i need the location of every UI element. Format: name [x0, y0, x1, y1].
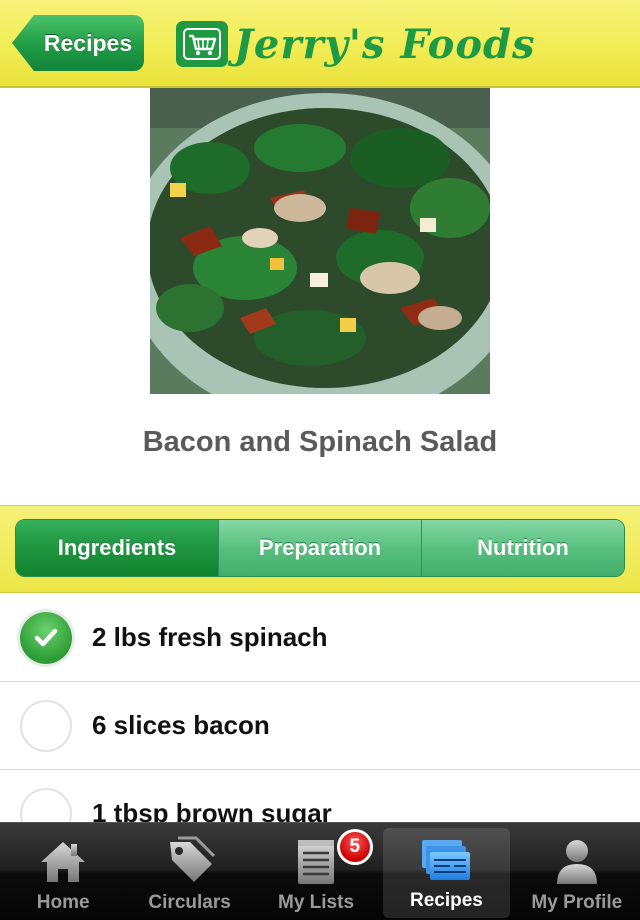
brand-name: Jerry's Foods: [234, 20, 536, 68]
ingredient-label: 2 lbs fresh spinach: [92, 622, 328, 652]
tag-icon: [169, 836, 215, 882]
tab-label: My Lists: [278, 892, 355, 913]
tab-label: Home: [36, 892, 90, 913]
recipe-cards-icon: [422, 840, 471, 880]
tab-label: Recipes: [409, 890, 483, 911]
tab-my-lists[interactable]: 5 My Lists: [253, 823, 379, 920]
notepad-icon: [298, 840, 335, 884]
recipe-photo: [150, 88, 490, 394]
tab-ingredients[interactable]: Ingredients: [16, 520, 218, 576]
list-item[interactable]: 6 slices bacon: [0, 682, 640, 770]
brand-logo: Jerry's Foods: [176, 16, 536, 72]
person-icon: [556, 840, 597, 884]
tab-circulars[interactable]: Circulars: [126, 823, 252, 920]
notification-badge: 5: [336, 829, 373, 865]
segmented-control: Ingredients Preparation Nutrition: [15, 519, 625, 577]
bottom-tab-bar: Home Circulars 5 My Lists Recipes My Pro…: [0, 822, 640, 920]
list-item[interactable]: 2 lbs fresh spinach: [0, 594, 640, 682]
recipe-title: Bacon and Spinach Salad: [142, 426, 498, 458]
shopping-cart-icon: [176, 21, 228, 67]
recipe-tab-strip: Ingredients Preparation Nutrition: [0, 505, 640, 593]
tab-label: Circulars: [148, 892, 231, 913]
empty-checkbox-icon[interactable]: [20, 699, 72, 752]
checkmark-icon[interactable]: [20, 611, 72, 664]
back-button[interactable]: Recipes: [12, 15, 144, 71]
ingredient-list: 2 lbs fresh spinach 6 slices bacon 1 tbs…: [0, 594, 640, 858]
ingredient-label: 6 slices bacon: [92, 710, 270, 740]
tab-label: My Profile: [531, 892, 623, 913]
tab-home[interactable]: Home: [0, 823, 126, 920]
tab-my-profile[interactable]: My Profile: [514, 823, 640, 920]
home-icon: [41, 842, 86, 882]
tab-recipes[interactable]: Recipes: [383, 828, 510, 918]
tab-preparation[interactable]: Preparation: [218, 520, 421, 576]
nav-header: Recipes Jerry's Foods: [0, 0, 640, 88]
tab-nutrition[interactable]: Nutrition: [421, 520, 624, 576]
